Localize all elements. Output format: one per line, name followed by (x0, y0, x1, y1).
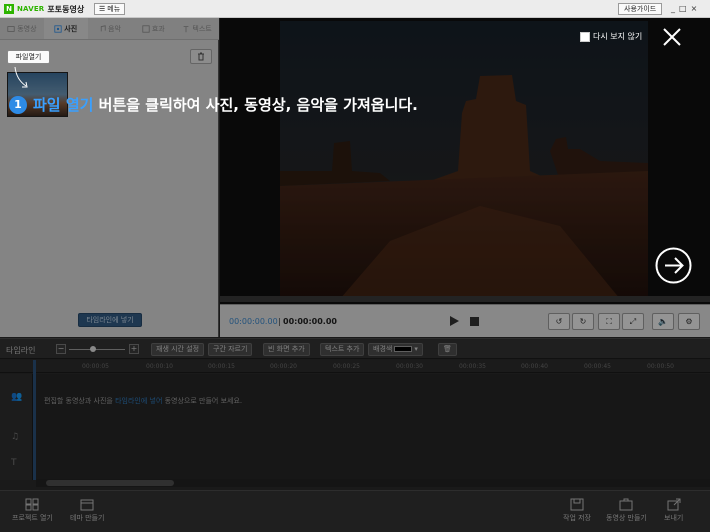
window-controls: _ □ × (671, 3, 697, 15)
file-open-button[interactable]: 파일열기 (7, 50, 50, 64)
guide-message: 파일 열기 버튼을 클릭하여 사진, 동영상, 음악을 가져옵니다. (33, 94, 418, 115)
app-logo: N NAVER 포토동영상 (4, 3, 84, 15)
dont-show-label: 다시 보지 않기 (593, 32, 643, 41)
app-window: N NAVER 포토동영상 ☰ 메뉴 사용가이드 _ □ × 동영상 사진 음악… (0, 0, 710, 532)
menu-icon: ☰ (99, 5, 106, 13)
close-window-icon[interactable]: × (691, 3, 698, 15)
guide-message-text: 버튼을 클릭하여 사진, 동영상, 음악을 가져옵니다. (93, 96, 418, 114)
guide-highlight: 파일 열기 (33, 96, 94, 114)
user-guide-button[interactable]: 사용가이드 (618, 3, 663, 15)
guide-overlay-preview (220, 18, 710, 304)
dont-show-again[interactable]: 다시 보지 않기 (580, 31, 642, 42)
dont-show-checkbox[interactable] (580, 31, 590, 42)
close-guide-icon[interactable] (661, 26, 683, 48)
menu-button[interactable]: ☰ 메뉴 (94, 3, 126, 15)
next-arrow-icon[interactable] (655, 247, 692, 284)
naver-logo-icon: N (4, 4, 14, 14)
maximize-icon[interactable]: □ (679, 3, 687, 15)
brand-name: NAVER (17, 5, 45, 13)
step-number-badge: 1 (9, 95, 27, 114)
app-name: 포토동영상 (47, 4, 85, 14)
menu-label: 메뉴 (107, 5, 121, 13)
guide-arrow-icon (14, 66, 28, 88)
title-bar: N NAVER 포토동영상 ☰ 메뉴 사용가이드 _ □ × (0, 0, 710, 18)
minimize-icon[interactable]: _ (671, 3, 675, 15)
guide-step: 1 파일 열기 버튼을 클릭하여 사진, 동영상, 음악을 가져옵니다. (9, 94, 418, 115)
